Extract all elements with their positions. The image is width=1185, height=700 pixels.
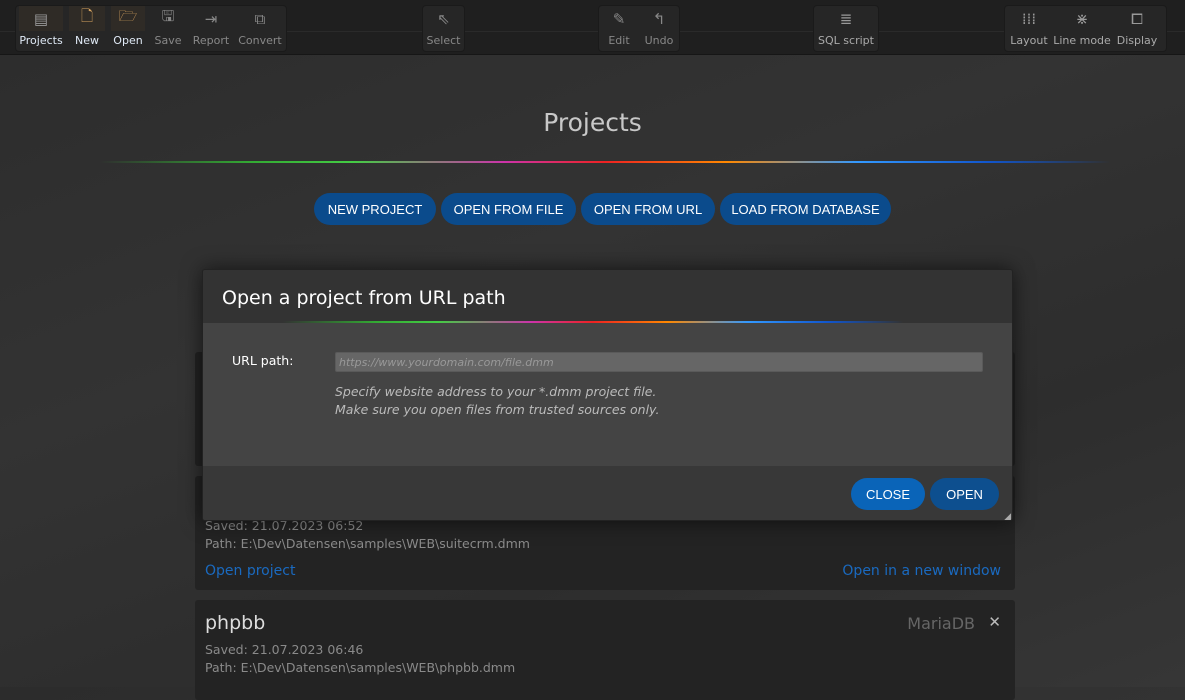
load-from-database-button[interactable]: LOAD FROM DATABASE	[720, 193, 891, 225]
open-button[interactable]: OPEN	[930, 478, 999, 510]
edit-group: ✎ Edit ↰ Undo	[598, 5, 680, 52]
open-url-dialog: Open a project from URL path URL path: S…	[202, 269, 1013, 521]
url-label: URL path:	[232, 353, 294, 368]
sql-group: ≣ SQL script	[813, 5, 879, 52]
dialog-title: Open a project from URL path	[222, 287, 506, 309]
database-type: MariaDB	[907, 614, 975, 633]
display-button[interactable]: ⧠ Display	[1111, 6, 1163, 51]
dialog-body: URL path: Specify website address to you…	[203, 323, 1012, 466]
title-divider	[100, 161, 1110, 163]
save-icon: 🖫	[161, 7, 175, 25]
edit-button[interactable]: ✎ Edit	[599, 6, 639, 51]
convert-icon: ⧉	[254, 9, 266, 28]
undo-icon: ↰	[652, 9, 666, 28]
report-button[interactable]: ⇥ Report	[188, 6, 234, 51]
new-file-icon: 🗋	[69, 6, 105, 31]
saved-date: Saved: 21.07.2023 06:46	[205, 642, 364, 657]
line-mode-icon: ⋇	[1075, 9, 1089, 28]
project-path: Path: E:\Dev\Datensen\samples\WEB\suitec…	[205, 536, 530, 551]
new-project-button[interactable]: NEW PROJECT	[314, 193, 436, 225]
file-group: ▤ Projects 🗋 New 🗁 Open 🖫 Save ⇥ Report ⧉ Conv…	[15, 5, 287, 52]
select-group: ⇖ Select	[422, 5, 465, 52]
project-name: phpbb	[205, 612, 266, 634]
dialog-footer: CLOSE OPEN ◢	[203, 466, 1012, 520]
open-new-window-link[interactable]: Open in a new window	[842, 563, 1001, 579]
layout-button[interactable]: ⁞⁞⁞ Layout	[1005, 6, 1053, 51]
pencil-icon: ✎	[612, 9, 626, 28]
open-button[interactable]: 🗁 Open	[108, 6, 148, 51]
toolbar: ▤ Projects 🗋 New 🗁 Open 🖫 Save ⇥ Report ⧉ Conv…	[0, 0, 1185, 55]
script-icon: ≣	[839, 9, 853, 28]
undo-button[interactable]: ↰ Undo	[639, 6, 679, 51]
line-mode-button[interactable]: ⋇ Line mode	[1053, 6, 1111, 51]
select-button[interactable]: ⇖ Select	[423, 6, 464, 51]
new-button[interactable]: 🗋 New	[66, 6, 108, 51]
open-project-link[interactable]: Open project	[205, 563, 295, 579]
url-input[interactable]	[335, 352, 983, 372]
view-group: ⁞⁞⁞ Layout ⋇ Line mode ⧠ Display	[1004, 5, 1167, 52]
remove-project-icon[interactable]: ✕	[988, 613, 1001, 631]
cursor-icon: ⇖	[437, 9, 450, 28]
report-icon: ⇥	[204, 9, 218, 28]
hint-text: Specify website address to your *.dmm pr…	[335, 384, 657, 399]
folder-open-icon: 🗁	[111, 6, 145, 31]
project-path: Path: E:\Dev\Datensen\samples\WEB\phpbb.…	[205, 660, 516, 675]
project-card: phpbb MariaDB ✕ Saved: 21.07.2023 06:46 …	[195, 600, 1015, 700]
close-button[interactable]: CLOSE	[851, 478, 925, 510]
resize-handle-icon[interactable]: ◢	[1004, 512, 1011, 520]
grid-icon: ⁞⁞⁞	[1021, 9, 1037, 28]
convert-button[interactable]: ⧉ Convert	[234, 6, 286, 51]
open-from-url-button[interactable]: OPEN FROM URL	[581, 193, 715, 225]
display-icon: ⧠	[1130, 9, 1143, 28]
projects-icon: ▤	[19, 6, 63, 31]
dialog-header: Open a project from URL path	[203, 270, 1012, 323]
sql-script-button[interactable]: ≣ SQL script	[814, 6, 878, 51]
open-from-file-button[interactable]: OPEN FROM FILE	[441, 193, 576, 225]
save-button[interactable]: 🖫 Save	[148, 6, 188, 51]
page-title: Projects	[543, 108, 642, 137]
projects-button[interactable]: ▤ Projects	[16, 6, 66, 51]
warning-text: Make sure you open files from trusted so…	[335, 402, 660, 417]
